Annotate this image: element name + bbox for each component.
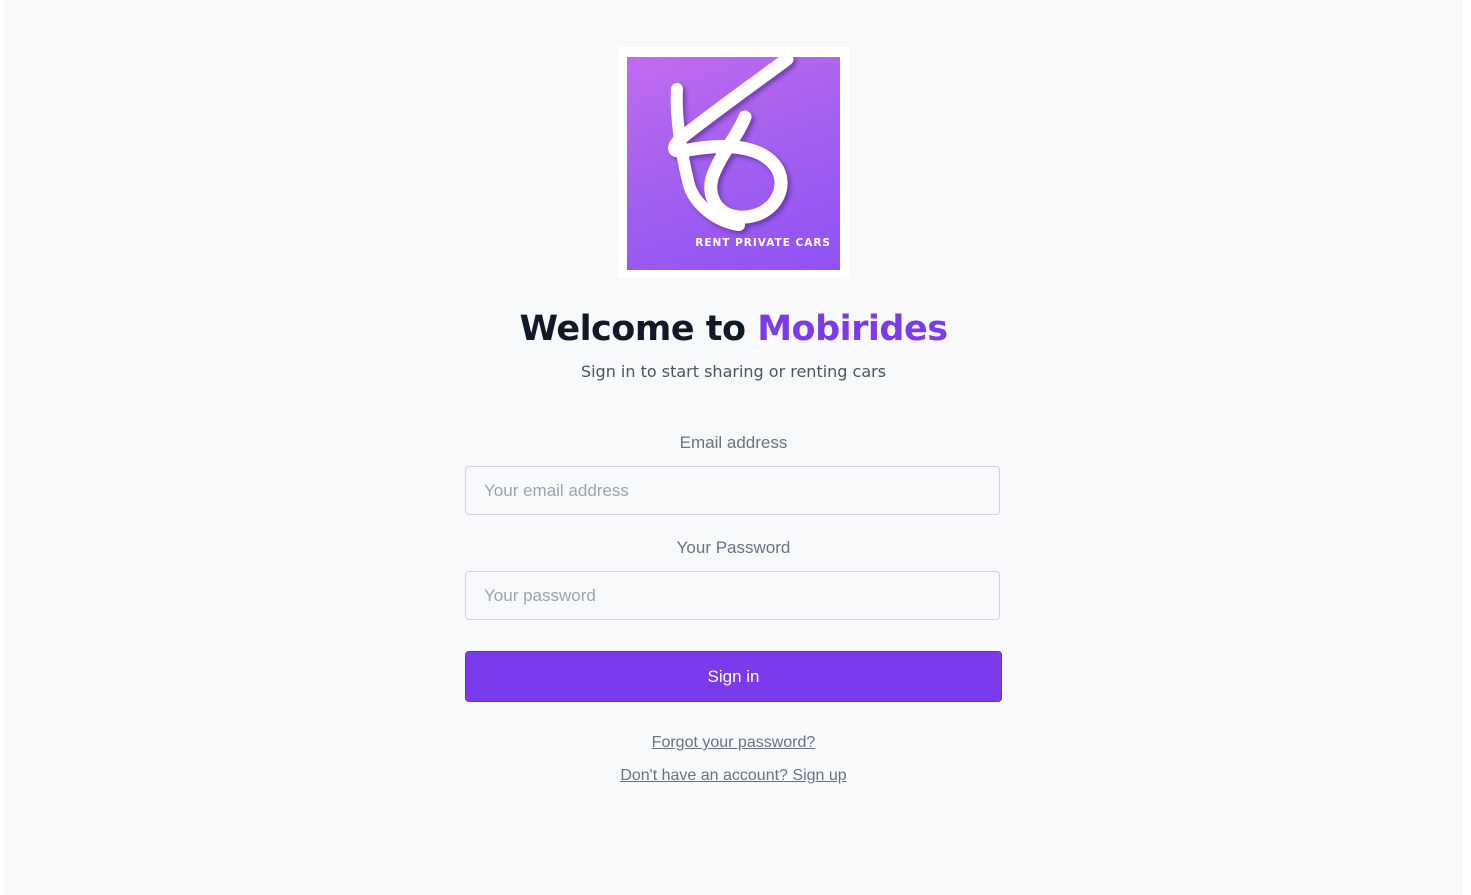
title-prefix: Welcome to <box>519 309 758 349</box>
sign-in-button[interactable]: Sign in <box>465 651 1002 702</box>
sign-up-link[interactable]: Don't have an account? Sign up <box>620 767 846 784</box>
forgot-password-link[interactable]: Forgot your password? <box>652 734 816 751</box>
forgot-password-row: Forgot your password? <box>4 733 1463 753</box>
page-title: Welcome to Mobirides <box>4 305 1463 353</box>
password-field[interactable] <box>465 571 1000 620</box>
password-label: Your Password <box>676 538 791 557</box>
logo: RENT PRIVATE CARS <box>618 47 849 278</box>
logo-tagline: RENT PRIVATE CARS <box>695 237 831 249</box>
sign-up-row: Don't have an account? Sign up <box>4 766 1463 786</box>
email-field[interactable] <box>465 466 1000 515</box>
logo-badge: RENT PRIVATE CARS <box>627 57 840 270</box>
page-subtitle: Sign in to start sharing or renting cars <box>580 362 887 381</box>
brand-name: Mobirides <box>757 309 948 349</box>
auth-page: RENT PRIVATE CARS Welcome to Mobirides S… <box>4 0 1463 895</box>
email-label: Email address <box>679 433 788 452</box>
